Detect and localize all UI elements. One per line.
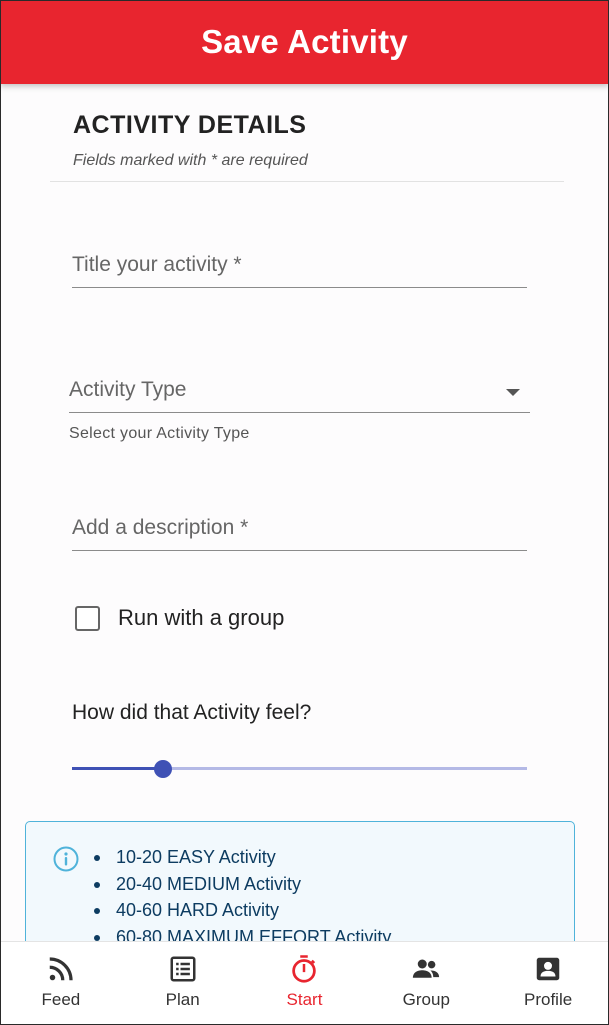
profile-icon xyxy=(536,957,560,981)
nav-start-label: Start xyxy=(286,990,323,1009)
nav-plan-label: Plan xyxy=(165,990,200,1009)
plan-icon xyxy=(170,956,196,982)
feed-icon xyxy=(49,957,73,981)
activity-form: ACTIVITY DETAILS Fields marked with * ar… xyxy=(0,84,609,941)
nav-group[interactable]: Group xyxy=(365,942,487,1025)
page-title: Save Activity xyxy=(201,23,408,60)
stopwatch-icon xyxy=(292,955,317,983)
required-fields-note: Fields marked with * are required xyxy=(73,152,308,169)
effort-level-item: 10-20 EASY Activity xyxy=(92,844,391,871)
description-input[interactable]: Add a description * xyxy=(72,511,527,551)
effort-level-item: 60-80 MAXIMUM EFFORT Activity xyxy=(92,924,391,941)
nav-feed[interactable]: Feed xyxy=(0,942,122,1025)
effort-levels-list: 10-20 EASY Activity 20-40 MEDIUM Activit… xyxy=(92,844,391,941)
group-checkbox-label[interactable]: Run with a group xyxy=(118,605,284,631)
feel-slider[interactable] xyxy=(72,760,527,778)
app-header: Save Activity xyxy=(0,0,609,84)
section-title: ACTIVITY DETAILS xyxy=(73,111,307,139)
slider-thumb[interactable] xyxy=(154,760,172,778)
nav-start[interactable]: Start xyxy=(244,942,366,1025)
activity-type-helper: Select your Activity Type xyxy=(69,425,250,442)
nav-group-label: Group xyxy=(402,990,450,1009)
section-divider xyxy=(50,181,564,182)
nav-profile-label: Profile xyxy=(523,990,573,1009)
group-checkbox[interactable] xyxy=(75,605,100,631)
effort-level-item: 40-60 HARD Activity xyxy=(92,897,391,924)
description-input-placeholder: Add a description * xyxy=(72,516,249,539)
dropdown-arrow-icon[interactable] xyxy=(506,389,520,396)
title-input[interactable]: Title your activity * xyxy=(72,248,527,288)
activity-type-placeholder: Activity Type xyxy=(69,378,187,401)
effort-level-item: 20-40 MEDIUM Activity xyxy=(92,871,391,898)
feel-question: How did that Activity feel? xyxy=(72,701,312,724)
nav-feed-label: Feed xyxy=(41,990,81,1009)
bottom-navigation: Feed Plan Start Group Profile xyxy=(0,941,609,1025)
activity-type-select[interactable]: Activity Type xyxy=(69,373,530,413)
title-input-placeholder: Title your activity * xyxy=(72,253,242,276)
nav-plan[interactable]: Plan xyxy=(122,942,244,1025)
group-icon xyxy=(413,959,440,978)
group-checkbox-row[interactable]: Run with a group xyxy=(75,604,284,632)
nav-profile[interactable]: Profile xyxy=(487,942,609,1025)
info-icon xyxy=(53,846,79,872)
slider-track-fill xyxy=(72,767,163,770)
effort-info-box: 10-20 EASY Activity 20-40 MEDIUM Activit… xyxy=(25,821,575,941)
